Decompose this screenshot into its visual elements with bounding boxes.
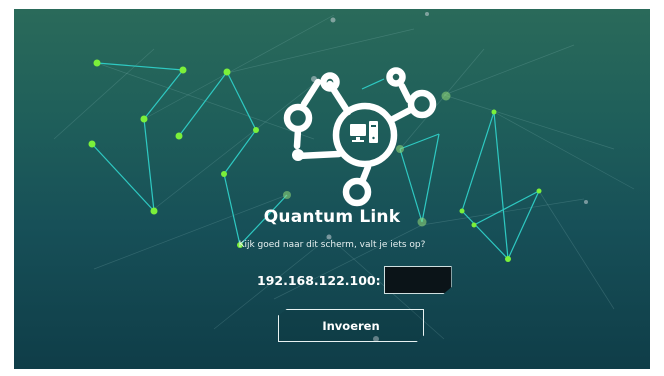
game-screen: Quantum Link Kijk goed naar dit scherm, …: [14, 9, 650, 369]
ip-entry-row: 192.168.122.100:: [257, 265, 452, 295]
submit-button[interactable]: Invoeren: [278, 309, 424, 342]
ip-label: 192.168.122.100:: [257, 272, 381, 288]
code-input[interactable]: [383, 266, 452, 294]
hint-text: Kijk goed naar dit scherm, valt je iets …: [238, 240, 426, 250]
network-computer-icon: [283, 67, 437, 207]
app-title: Quantum Link: [263, 207, 401, 227]
